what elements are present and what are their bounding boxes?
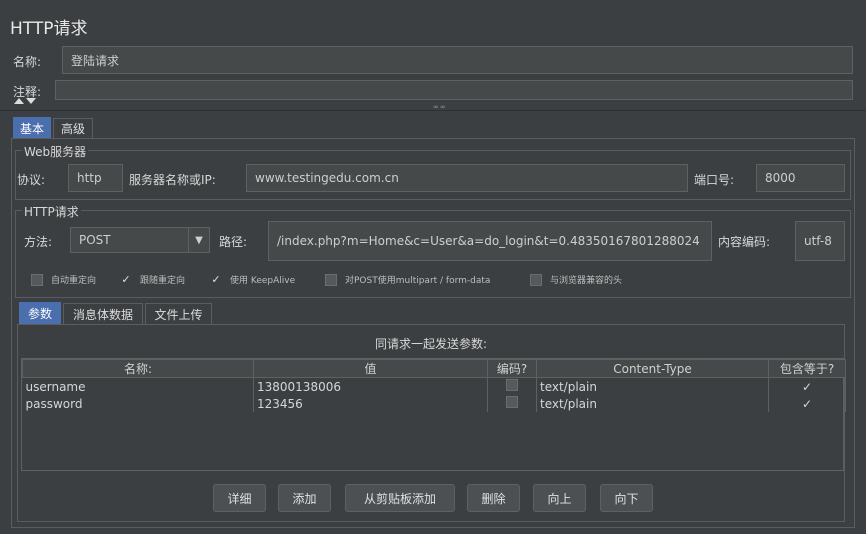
- protocol-label: 协议:: [17, 173, 46, 187]
- checkbox[interactable]: [325, 273, 337, 286]
- param-value-cell[interactable]: 123456: [253, 395, 488, 412]
- comment-input[interactable]: [55, 80, 853, 100]
- checkbox[interactable]: [530, 273, 542, 286]
- delete-button[interactable]: 删除: [467, 484, 520, 512]
- checkmark-icon[interactable]: ✓: [802, 380, 812, 394]
- option-label: 对POST使用multipart / form-data: [345, 276, 491, 286]
- encode-cell[interactable]: [487, 377, 537, 395]
- column-header-content-type[interactable]: Content-Type: [536, 359, 769, 378]
- divider: [0, 110, 866, 111]
- param-name-cell[interactable]: username: [22, 377, 254, 395]
- table-header-row: 名称: 值 编码? Content-Type 包含等于?: [22, 359, 846, 378]
- param-name-cell[interactable]: password: [22, 395, 254, 412]
- table-row[interactable]: password 123456 text/plain ✓: [22, 395, 846, 412]
- tab-body-data[interactable]: 消息体数据: [63, 303, 143, 324]
- params-table-container: 名称: 值 编码? Content-Type 包含等于? username 13…: [21, 358, 846, 471]
- add-from-clipboard-button[interactable]: 从剪贴板添加: [345, 484, 455, 512]
- chevron-down-icon[interactable]: ▼: [188, 228, 209, 252]
- option-follow-redirect[interactable]: ✓ 跟随重定向: [120, 273, 185, 286]
- option-auto-redirect[interactable]: 自动重定向: [31, 273, 96, 286]
- option-browser-headers[interactable]: 与浏览器兼容的头: [530, 273, 622, 286]
- port-input[interactable]: 8000: [756, 164, 845, 192]
- tab-basic[interactable]: 基本: [13, 117, 51, 138]
- move-up-button[interactable]: 向上: [533, 484, 586, 512]
- option-label: 自动重定向: [51, 276, 97, 286]
- web-server-title: Web服务器: [22, 143, 89, 160]
- column-header-name[interactable]: 名称:: [22, 359, 254, 378]
- checkmark-icon[interactable]: ✓: [802, 397, 812, 411]
- add-button[interactable]: 添加: [278, 484, 331, 512]
- server-input[interactable]: www.testingedu.com.cn: [246, 164, 688, 192]
- option-label: 跟随重定向: [140, 276, 186, 286]
- column-header-value[interactable]: 值: [253, 359, 488, 378]
- include-equals-cell[interactable]: ✓: [768, 395, 846, 412]
- page-title: HTTP请求: [10, 19, 88, 39]
- content-type-cell[interactable]: text/plain: [536, 377, 769, 395]
- method-select[interactable]: POST ▼: [70, 227, 210, 253]
- column-header-encode[interactable]: 编码?: [487, 359, 537, 378]
- option-label: 使用 KeepAlive: [230, 276, 296, 286]
- path-label: 路径:: [219, 235, 248, 249]
- table-row[interactable]: username 13800138006 text/plain ✓: [22, 377, 846, 395]
- server-label: 服务器名称或IP:: [129, 173, 216, 187]
- port-label: 端口号:: [694, 173, 735, 187]
- params-caption: 同请求一起发送参数:: [374, 337, 488, 351]
- checkmark-icon[interactable]: ✓: [120, 273, 132, 286]
- option-label: 与浏览器兼容的头: [550, 276, 623, 286]
- encode-cell[interactable]: [487, 395, 537, 412]
- detail-button[interactable]: 详细: [213, 484, 266, 512]
- protocol-input[interactable]: http: [68, 164, 123, 192]
- move-down-button[interactable]: 向下: [600, 484, 653, 512]
- method-label: 方法:: [24, 235, 53, 249]
- checkbox[interactable]: [31, 273, 43, 286]
- method-value: POST: [79, 233, 111, 247]
- arrow-up-icon: [14, 98, 24, 104]
- column-header-include-equals[interactable]: 包含等于?: [768, 359, 846, 378]
- arrow-down-icon: [26, 98, 36, 104]
- include-equals-cell[interactable]: ✓: [768, 377, 846, 395]
- params-table[interactable]: 名称: 值 编码? Content-Type 包含等于? username 13…: [22, 359, 846, 412]
- content-type-cell[interactable]: text/plain: [536, 395, 769, 412]
- encoding-input[interactable]: utf-8: [795, 221, 845, 261]
- http-request-title: HTTP请求: [22, 203, 81, 220]
- collapse-toggle[interactable]: [14, 98, 36, 104]
- checkbox[interactable]: [506, 379, 518, 391]
- option-keepalive[interactable]: ✓ 使用 KeepAlive: [210, 273, 295, 286]
- param-value-cell[interactable]: 13800138006: [253, 377, 488, 395]
- encoding-label: 内容编码:: [718, 235, 771, 249]
- option-multipart[interactable]: 对POST使用multipart / form-data: [325, 273, 490, 286]
- name-label: 名称:: [13, 55, 42, 69]
- tab-advanced[interactable]: 高级: [53, 118, 93, 138]
- tab-file-upload[interactable]: 文件上传: [145, 303, 212, 324]
- checkmark-icon[interactable]: ✓: [210, 273, 222, 286]
- tab-params[interactable]: 参数: [19, 302, 61, 324]
- checkbox[interactable]: [506, 396, 518, 408]
- path-input[interactable]: /index.php?m=Home&c=User&a=do_login&t=0.…: [268, 221, 712, 261]
- name-input[interactable]: 登陆请求: [62, 46, 853, 74]
